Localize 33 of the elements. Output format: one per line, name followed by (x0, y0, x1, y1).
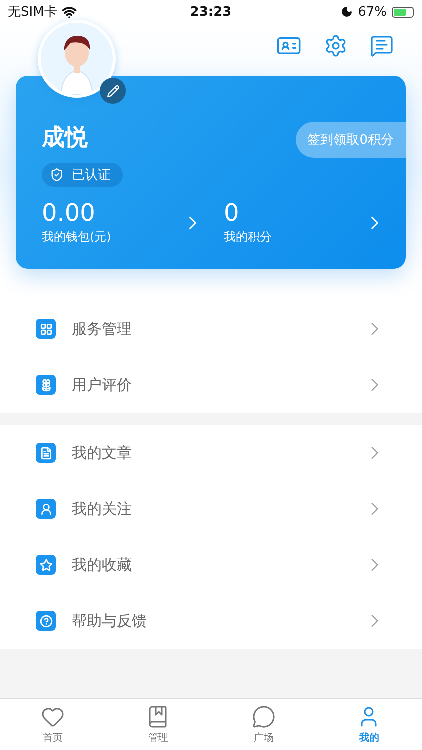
flower-icon (36, 375, 56, 395)
menu-item[interactable]: 服务管理 (0, 301, 422, 357)
tab-item[interactable]: 广场 (211, 699, 316, 750)
settings-icon[interactable] (324, 34, 348, 58)
menu-item[interactable]: 我的文章 (0, 425, 422, 481)
stat-value: 0.00 (42, 199, 96, 227)
stat-label: 我的钱包(元) (42, 229, 112, 246)
battery-percent: 67% (358, 4, 387, 20)
question-icon (36, 611, 56, 631)
shield-icon (50, 168, 64, 182)
tab-item[interactable]: 首页 (0, 699, 106, 750)
document-icon (36, 443, 56, 463)
wifi-icon (62, 4, 78, 20)
avatar[interactable] (38, 20, 116, 98)
menu-item[interactable]: 用户评价 (0, 357, 422, 413)
verified-label: 已认证 (72, 167, 111, 184)
stat-value: 0 (224, 199, 240, 227)
menu-item[interactable]: 我的关注 (0, 481, 422, 537)
pencil-icon (106, 84, 120, 98)
moon-icon (341, 6, 354, 18)
carrier-text: 无SIM卡 (8, 4, 58, 21)
person-icon (36, 499, 56, 519)
user-name: 成悦 (42, 124, 88, 153)
tab-item[interactable]: 我的 (316, 699, 422, 750)
grid-icon (36, 319, 56, 339)
battery-icon (392, 6, 414, 18)
chat-icon (252, 704, 276, 728)
tab-item[interactable]: 管理 (106, 699, 211, 750)
message-icon[interactable] (370, 34, 394, 58)
menu-item[interactable]: 我的收藏 (0, 537, 422, 593)
menu-item[interactable]: 帮助与反馈 (0, 593, 422, 649)
clock-text: 23:23 (190, 4, 232, 20)
stat-label: 我的积分 (224, 229, 272, 246)
